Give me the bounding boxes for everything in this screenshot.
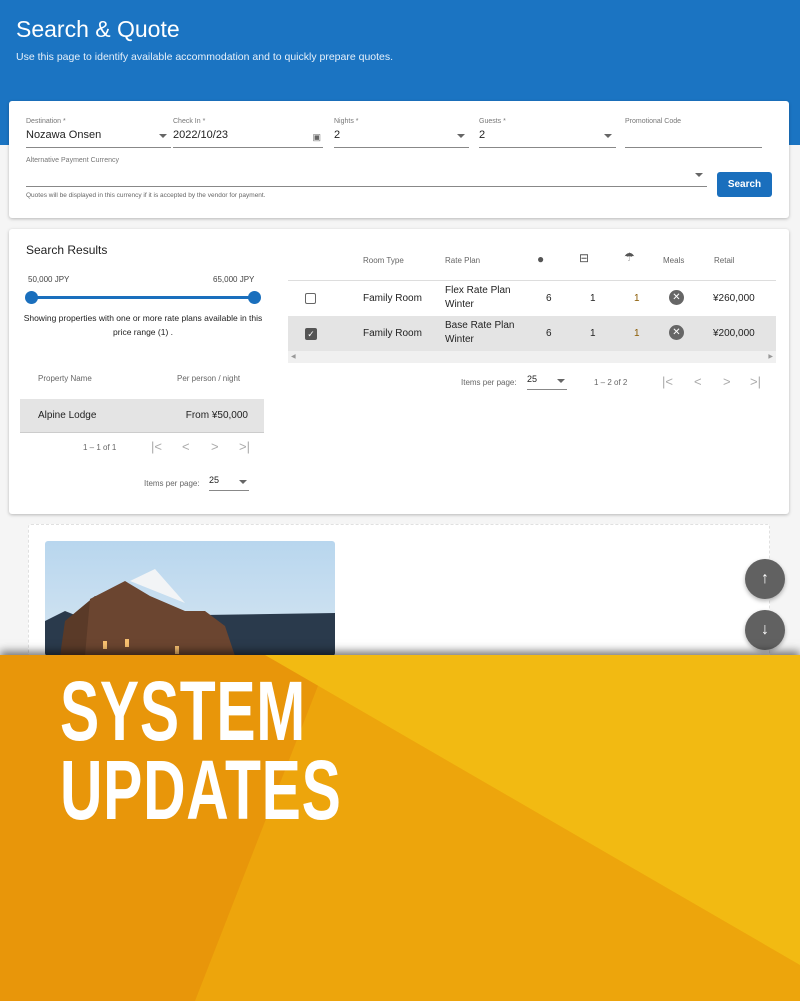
first-page-icon[interactable]: |<: [151, 439, 162, 454]
dropdown-arrow-icon: [557, 379, 565, 383]
results-card: Search Results 50,000 JPY 65,000 JPY Sho…: [9, 229, 789, 514]
rate-plan-season: Winter: [445, 334, 474, 345]
items-per-page-value: 25: [527, 374, 538, 384]
guests-select[interactable]: Guests * 2: [479, 118, 616, 148]
col-property-name: Property Name: [38, 374, 92, 383]
last-page-icon[interactable]: >|: [239, 439, 250, 454]
beds-count: 1: [590, 328, 596, 339]
promo-code-input[interactable]: Promotional Code: [625, 118, 762, 148]
col-room-type: Room Type: [363, 256, 404, 265]
nights-value: 2: [334, 129, 341, 141]
next-page-icon[interactable]: >: [723, 374, 731, 389]
rate-plan: Flex Rate Plan: [445, 285, 511, 296]
currency-hint: Quotes will be displayed in this currenc…: [26, 192, 266, 199]
arrow-up-icon: ↑: [761, 570, 769, 587]
bed-icon: ⊟: [579, 251, 590, 265]
room-row[interactable]: ✓ Family Room Base Rate Plan Winter 6 1 …: [288, 316, 776, 351]
retail-price: ¥260,000: [713, 293, 755, 304]
lodge-photo: [45, 541, 335, 656]
checkin-value: 2022/10/23: [173, 129, 229, 141]
destination-value: Nozawa Onsen: [26, 129, 102, 141]
range-note: Showing properties with one or more rate…: [23, 313, 263, 337]
destination-select[interactable]: Destination * Nozawa Onsen: [26, 118, 171, 148]
search-form-card: Destination * Nozawa Onsen Check In * 2022…: [9, 101, 789, 218]
promo-label: Promotional Code: [625, 118, 682, 125]
system-updates-banner: SYSTEM UPDATES: [0, 655, 800, 1001]
property-detail-card: [28, 524, 770, 664]
guests-value: 2: [479, 129, 486, 141]
baths-count: 1: [634, 328, 640, 339]
nights-select[interactable]: Nights * 2: [334, 118, 469, 148]
rooms-items-per-page-label: Items per page:: [461, 378, 517, 387]
nights-label: Nights *: [334, 118, 359, 125]
prev-page-icon[interactable]: <: [694, 374, 702, 389]
baths-count: 1: [634, 293, 640, 304]
dropdown-arrow-icon: [457, 134, 465, 138]
dropdown-arrow-icon: [604, 134, 612, 138]
shower-icon: ☂: [624, 250, 635, 264]
property-name: Alpine Lodge: [38, 410, 97, 421]
page-title: Search & Quote: [16, 16, 180, 42]
slider-min-handle[interactable]: [25, 291, 38, 304]
col-per-person: Per person / night: [177, 374, 241, 383]
items-per-page-value: 25: [209, 475, 220, 485]
checkin-field[interactable]: Check In * 2022/10/23 ▣: [173, 118, 323, 148]
col-meals: Meals: [663, 256, 685, 265]
items-per-page-label: Items per page:: [144, 479, 200, 488]
scroll-right-icon[interactable]: ▶: [768, 351, 773, 363]
col-rate-plan: Rate Plan: [445, 256, 481, 265]
retail-price: ¥200,000: [713, 328, 755, 339]
slider-max-handle[interactable]: [248, 291, 261, 304]
search-button[interactable]: Search: [717, 172, 772, 197]
meals-none-icon: ✕: [669, 290, 684, 305]
guests-label: Guests *: [479, 118, 506, 125]
next-page-icon[interactable]: >: [211, 439, 219, 454]
property-price: From ¥50,000: [185, 410, 248, 421]
guests-count: 6: [546, 328, 552, 339]
room-type: Family Room: [363, 293, 422, 304]
prev-page-icon[interactable]: <: [182, 439, 190, 454]
rooms-items-per-page-select[interactable]: 25: [527, 374, 567, 390]
checkin-label: Check In *: [173, 118, 206, 125]
room-type: Family Room: [363, 328, 422, 339]
currency-label: Alternative Payment Currency: [26, 157, 119, 164]
price-range-slider[interactable]: [25, 291, 261, 304]
meals-none-icon: ✕: [669, 325, 684, 340]
scroll-down-button[interactable]: ↓: [745, 610, 785, 650]
currency-select[interactable]: Alternative Payment Currency: [26, 157, 707, 187]
price-min-label: 50,000 JPY: [28, 275, 70, 284]
results-title: Search Results: [26, 243, 108, 257]
first-page-icon[interactable]: |<: [662, 374, 673, 389]
rooms-range-label: 1 – 2 of 2: [594, 378, 628, 387]
banner-title-line1: SYSTEM: [60, 664, 306, 758]
dropdown-arrow-icon: [695, 173, 703, 177]
rate-plan-season: Winter: [445, 299, 474, 310]
horizontal-scrollbar[interactable]: ◀ ▶: [288, 351, 776, 363]
arrow-down-icon: ↓: [761, 621, 769, 638]
row-checkbox-checked[interactable]: ✓: [305, 328, 317, 340]
guests-count: 6: [546, 293, 552, 304]
property-row[interactable]: Alpine Lodge From ¥50,000: [20, 399, 264, 433]
dropdown-arrow-icon: [159, 134, 167, 138]
price-max-label: 65,000 JPY: [213, 275, 255, 284]
beds-count: 1: [590, 293, 596, 304]
page-subtitle: Use this page to identify available acco…: [16, 51, 394, 63]
last-page-icon[interactable]: >|: [750, 374, 761, 389]
dropdown-arrow-icon: [239, 480, 247, 484]
destination-label: Destination *: [26, 118, 66, 125]
calendar-icon[interactable]: ▣: [312, 132, 321, 143]
rate-plan: Base Rate Plan: [445, 320, 515, 331]
room-row[interactable]: Family Room Flex Rate Plan Winter 6 1 1 …: [288, 281, 776, 316]
items-per-page-select[interactable]: 25: [209, 475, 249, 491]
scroll-up-button[interactable]: ↑: [745, 559, 785, 599]
scroll-left-icon[interactable]: ◀: [291, 351, 296, 363]
row-checkbox[interactable]: [305, 293, 316, 304]
person-icon: ●: [537, 252, 545, 266]
col-retail: Retail: [714, 256, 735, 265]
results-range-label: 1 – 1 of 1: [83, 443, 117, 452]
banner-title-line2: UPDATES: [60, 743, 342, 837]
